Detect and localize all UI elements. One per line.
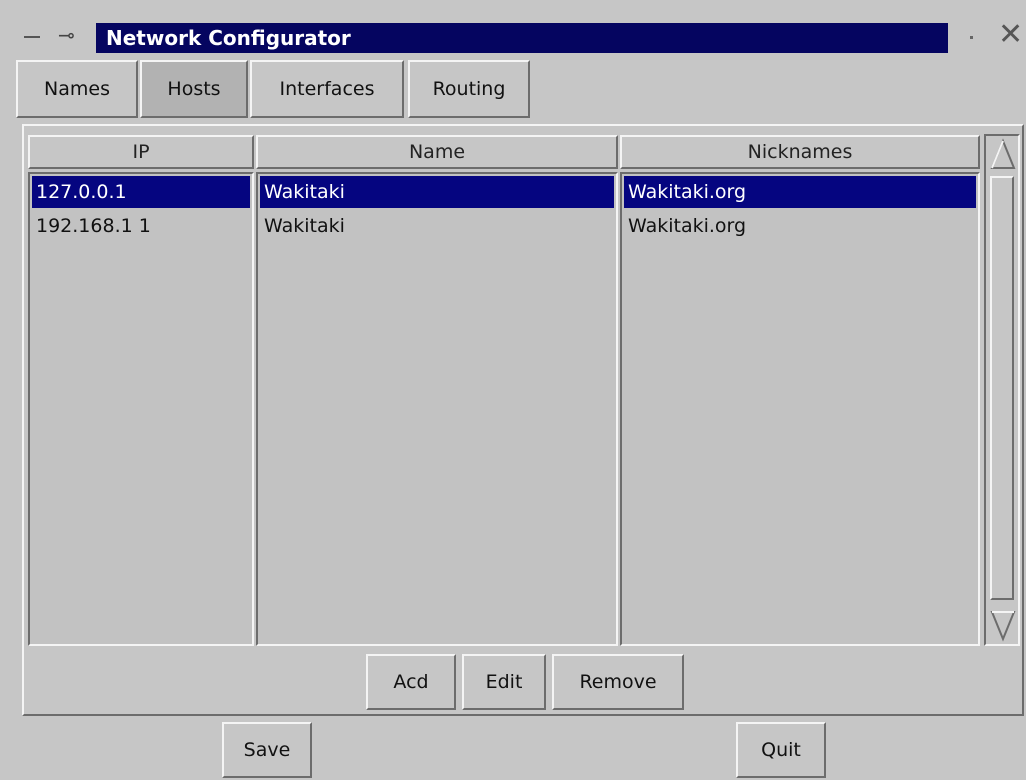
table-row-name[interactable]: Wakitaki	[260, 176, 614, 208]
close-icon[interactable]: ✕	[998, 20, 1023, 50]
scroll-down-arrow-icon[interactable]	[990, 608, 1016, 642]
nicknames-column-list: Wakitaki.org Wakitaki.org	[620, 172, 980, 646]
title-bar: ⊸ Network Configurator ✕	[0, 0, 1026, 56]
scroll-up-arrow-icon[interactable]	[990, 138, 1016, 172]
column-header-nicknames[interactable]: Nicknames	[620, 135, 980, 169]
tab-interfaces[interactable]: Interfaces	[250, 60, 404, 118]
window-menu-icon[interactable]	[24, 36, 40, 38]
scrollbar-thumb[interactable]	[990, 176, 1014, 600]
quit-button[interactable]: Quit	[736, 722, 826, 778]
remove-button[interactable]: Remove	[552, 654, 684, 710]
table-row-ip[interactable]: 192.168.1 1	[32, 210, 250, 242]
column-header-ip[interactable]: IP	[28, 135, 254, 169]
edit-button[interactable]: Edit	[462, 654, 546, 710]
window-title: Network Configurator	[96, 23, 948, 53]
column-header-name[interactable]: Name	[256, 135, 618, 169]
minimize-icon[interactable]	[970, 36, 973, 39]
table-row-name[interactable]: Wakitaki	[260, 210, 614, 242]
ip-column-list: 127.0.0.1 192.168.1 1	[28, 172, 254, 646]
pin-icon[interactable]: ⊸	[58, 25, 75, 45]
name-column-list: Wakitaki Wakitaki	[256, 172, 618, 646]
add-button[interactable]: Acd	[366, 654, 456, 710]
table-row-nicknames[interactable]: Wakitaki.org	[624, 176, 976, 208]
save-button[interactable]: Save	[222, 722, 312, 778]
vertical-scrollbar[interactable]	[984, 134, 1020, 646]
tab-names[interactable]: Names	[16, 60, 138, 118]
tab-routing[interactable]: Routing	[408, 60, 530, 118]
tab-hosts[interactable]: Hosts	[140, 60, 248, 118]
table-row-ip[interactable]: 127.0.0.1	[32, 176, 250, 208]
network-configurator-window: ⊸ Network Configurator ✕ Names Hosts Int…	[0, 0, 1026, 780]
table-row-nicknames[interactable]: Wakitaki.org	[624, 210, 976, 242]
